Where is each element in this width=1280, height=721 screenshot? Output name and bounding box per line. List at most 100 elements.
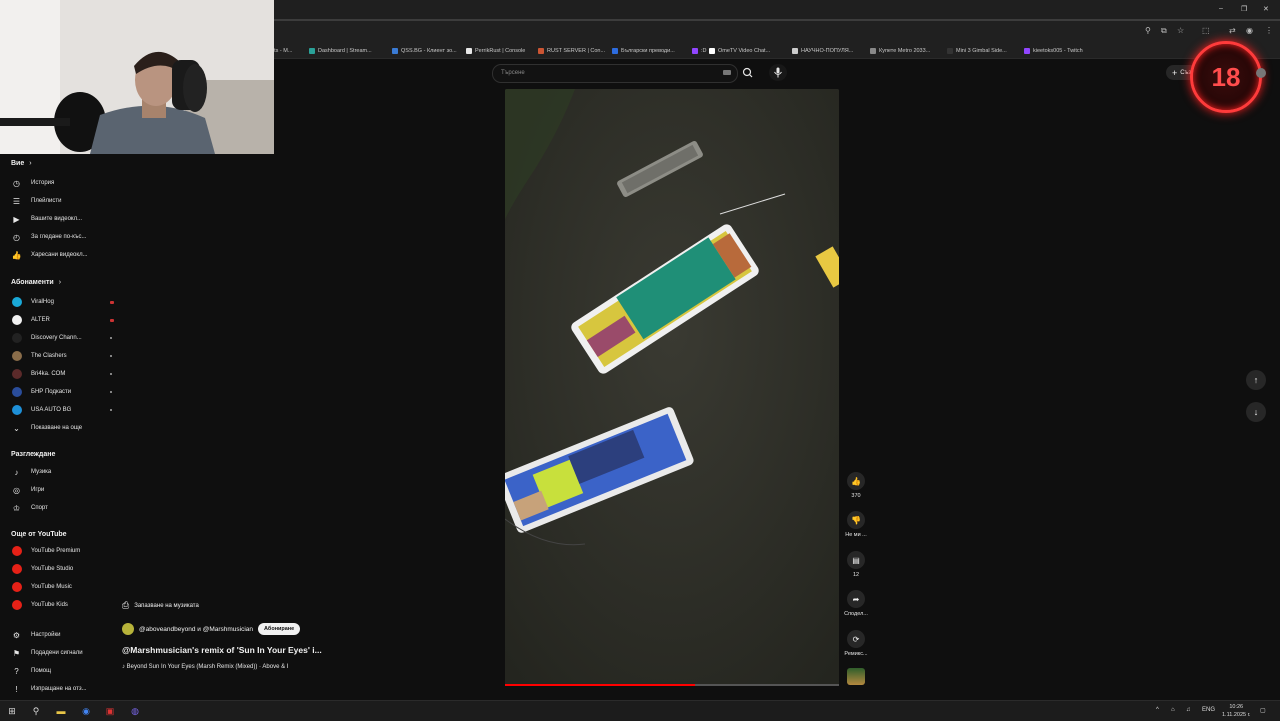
watch-later-icon: ◴ bbox=[13, 232, 20, 242]
youtube-logo-icon bbox=[11, 546, 22, 557]
keyboard-icon[interactable] bbox=[723, 70, 731, 75]
new-content-dot-icon bbox=[110, 355, 112, 357]
playlist-icon: ☰ bbox=[12, 196, 21, 206]
sidebar-item-subscription[interactable]: ALTER bbox=[11, 312, 114, 328]
voice-search-button[interactable] bbox=[769, 64, 787, 81]
discord-icon[interactable]: ◍ bbox=[129, 705, 141, 717]
channel-avatar[interactable] bbox=[122, 623, 134, 635]
sidebar-item-subscription[interactable]: ViralHog bbox=[11, 294, 114, 310]
comments-button[interactable]: ▤ bbox=[847, 551, 865, 569]
notifications-icon[interactable]: ▢ bbox=[1260, 707, 1266, 714]
search-button[interactable] bbox=[737, 64, 759, 81]
new-content-dot-icon bbox=[110, 391, 112, 393]
network-icon[interactable]: ⌂ bbox=[1171, 707, 1175, 713]
like-icon: 👍 bbox=[11, 250, 22, 260]
sidebar-item-youtube-app[interactable]: YouTube Kids bbox=[11, 597, 106, 613]
new-content-dot-icon bbox=[110, 337, 112, 339]
bookmark-item[interactable]: :D bbox=[692, 46, 707, 55]
sidebar-item-flag[interactable]: ⚑ Подадени сигнали bbox=[11, 645, 106, 661]
sidebar-item-subscription[interactable]: The Clashers bbox=[11, 348, 112, 364]
bookmark-item[interactable]: PerrikRust | Console bbox=[466, 46, 525, 55]
profile-icon[interactable]: ◉ bbox=[1246, 26, 1253, 35]
clock[interactable]: 10:26 1.11.2025 г. bbox=[1222, 703, 1250, 719]
sidebar-item-subscription[interactable]: Discovery Chann... bbox=[11, 330, 112, 346]
sidebar-item-trophy[interactable]: ♔ Спорт bbox=[11, 500, 106, 516]
volume-icon[interactable]: ♫ bbox=[1186, 707, 1191, 713]
extensions-icon[interactable]: ⬚ bbox=[1202, 26, 1210, 35]
tray-chevron-icon[interactable]: ^ bbox=[1156, 707, 1159, 713]
video-title[interactable]: @Marshmusician's remix of 'Sun In Your E… bbox=[122, 645, 322, 655]
bookmark-star-icon[interactable]: ☆ bbox=[1177, 26, 1184, 35]
more-from-youtube-section[interactable]: Още от YouTube bbox=[11, 531, 67, 538]
sidebar-item-playlist[interactable]: ☰ Плейлисти bbox=[11, 193, 106, 209]
help-icon: ? bbox=[14, 666, 19, 676]
channel-avatar-icon bbox=[11, 387, 22, 398]
bookmark-item[interactable]: НАУЧНО-ПОПУЛЯ... bbox=[792, 46, 853, 55]
sidebar-item-settings[interactable]: ⚙ Настройки bbox=[11, 627, 106, 643]
sidebar-item-your-videos[interactable]: ▶ Вашите видеокл... bbox=[11, 211, 106, 227]
sidebar-item-youtube-app[interactable]: YouTube Studio bbox=[11, 561, 106, 577]
bookmark-item[interactable]: Dashboard | Stream... bbox=[309, 46, 372, 55]
sidebar-item-help[interactable]: ? Помощ bbox=[11, 663, 106, 679]
sidebar-item-subscription[interactable]: USA AUTO BG bbox=[11, 402, 112, 418]
bookmark-item[interactable]: Mini 3 Gimbal Side... bbox=[947, 46, 1007, 55]
bookmark-item[interactable]: Български преводи... bbox=[612, 46, 675, 55]
chrome-icon[interactable]: ◉ bbox=[80, 705, 92, 717]
channel-names[interactable]: @aboveandbeyond и @Marshmusician bbox=[139, 626, 253, 633]
you-section[interactable]: Вие › bbox=[11, 160, 32, 167]
channel-avatar bbox=[11, 297, 22, 307]
bookmark-item[interactable]: RUST SERVER | Con... bbox=[538, 46, 605, 55]
previous-short-button[interactable]: ↑ bbox=[1246, 370, 1266, 390]
music-credit[interactable]: ♪ Beyond Sun In Your Eyes (Marsh Remix (… bbox=[122, 664, 288, 670]
search-input[interactable]: Търсене bbox=[492, 64, 738, 83]
share-button[interactable]: ➦ bbox=[847, 590, 865, 608]
subscriptions-section[interactable]: Абонаменти › bbox=[11, 279, 61, 286]
windows-start-icon[interactable]: ⊞ bbox=[6, 705, 18, 717]
explore-section[interactable]: Разглеждане bbox=[11, 451, 55, 458]
sidebar-item-subscription[interactable]: БНР Подкасти bbox=[11, 384, 112, 400]
install-icon[interactable]: ⧉ bbox=[1161, 26, 1167, 36]
sidebar-item-youtube-app[interactable]: YouTube Music bbox=[11, 579, 106, 595]
remix-button[interactable]: ⟳ bbox=[847, 630, 865, 648]
bookmark-icon: ⎙ bbox=[122, 600, 130, 610]
bookmark-item[interactable]: kieetoks005 - Twitch bbox=[1024, 46, 1083, 55]
minimize-icon[interactable]: – bbox=[1219, 5, 1223, 12]
sidebar-item-youtube-app[interactable]: YouTube Premium bbox=[11, 543, 106, 559]
sidebar-item-gaming[interactable]: ◎ Игри bbox=[11, 482, 106, 498]
avatar[interactable] bbox=[1256, 68, 1266, 78]
sync-icon[interactable]: ⇄ bbox=[1229, 26, 1236, 35]
sidebar-item-subscription[interactable]: Bri4ka. COM bbox=[11, 366, 112, 382]
language-indicator[interactable]: ENG bbox=[1202, 707, 1215, 713]
subscribe-button[interactable]: Абониране bbox=[258, 623, 301, 635]
sidebar-item-youtube-app-label: YouTube Kids bbox=[31, 602, 68, 608]
search-taskbar-icon[interactable]: ⚲ bbox=[30, 705, 42, 717]
sidebar-item-subscription-label: БНР Подкасти bbox=[31, 389, 72, 395]
bookmark-item[interactable]: QSS.BG - Клиент зо... bbox=[392, 46, 457, 55]
restore-icon[interactable]: ❐ bbox=[1241, 5, 1247, 13]
comment-icon: ▤ bbox=[852, 555, 860, 565]
next-short-button[interactable]: ↓ bbox=[1246, 402, 1266, 422]
sidebar-item-music[interactable]: ♪ Музика bbox=[11, 464, 106, 480]
bookmark-favicon-icon bbox=[947, 47, 953, 54]
sidebar-item-like[interactable]: 👍 Харесани видеокл... bbox=[11, 247, 106, 263]
dislike-button[interactable]: 👎 bbox=[847, 511, 865, 529]
bookmark-favicon-icon bbox=[792, 47, 798, 54]
you-section-label: Вие bbox=[11, 160, 25, 167]
close-icon[interactable]: ✕ bbox=[1263, 5, 1269, 13]
sidebar-item-subscription-label: Bri4ka. COM bbox=[31, 371, 66, 377]
like-button[interactable]: 👍 bbox=[847, 472, 865, 490]
live-indicator-icon bbox=[110, 301, 114, 304]
sidebar-item-history[interactable]: ◷ История bbox=[11, 175, 106, 191]
file-explorer-icon[interactable]: ▬ bbox=[55, 705, 67, 717]
short-video-player[interactable] bbox=[505, 89, 839, 686]
menu-icon[interactable]: ⋮ bbox=[1265, 26, 1273, 35]
zoom-icon[interactable]: ⚲ bbox=[1145, 26, 1151, 35]
bookmark-item[interactable]: Купете Metro 2033... bbox=[870, 46, 930, 55]
sound-thumbnail[interactable] bbox=[847, 668, 865, 685]
recording-app-icon[interactable]: ▣ bbox=[104, 705, 116, 717]
sidebar-item-feedback[interactable]: ! Изпращане на отз... bbox=[11, 681, 106, 697]
bookmark-item[interactable]: OmeTV Video Chat... bbox=[709, 46, 770, 55]
sidebar-item-show-more[interactable]: ⌄ Показване на още bbox=[11, 420, 106, 436]
save-music-button[interactable]: ⎙ Запазване на музиката bbox=[122, 599, 199, 612]
sidebar-item-watch-later[interactable]: ◴ За гледане по-къс... bbox=[11, 229, 106, 245]
